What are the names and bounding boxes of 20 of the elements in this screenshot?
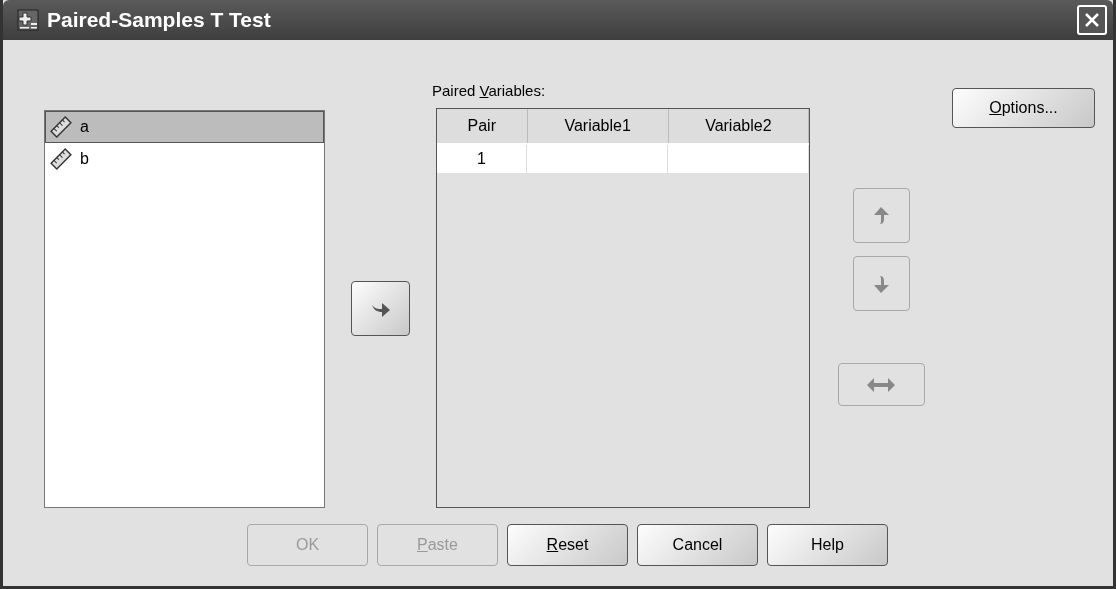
dialog-button[interactable]: Reset — [507, 524, 628, 566]
column-header: Pair — [437, 109, 528, 143]
up-arrow-icon — [871, 204, 891, 227]
options-button[interactable]: Options... — [952, 88, 1095, 128]
variable-item[interactable]: a — [45, 111, 324, 143]
column-header: Variable2 — [668, 109, 809, 143]
window-title: Paired-Samples T Test — [47, 8, 272, 32]
column-header: Variable1 — [527, 109, 669, 143]
paired-variables-label: Paired Variables: — [432, 82, 547, 101]
close-icon — [1083, 11, 1101, 29]
table-cell: 1 — [437, 145, 527, 173]
move-button[interactable] — [351, 281, 410, 336]
dialog-button[interactable]: Cancel — [637, 524, 758, 566]
double-arrow-icon — [866, 376, 896, 393]
dialog-button[interactable]: Help — [767, 524, 888, 566]
paired-variables-table[interactable]: Pair Variable1 Variable2 1 — [436, 108, 810, 508]
variable-list[interactable]: a b — [44, 110, 325, 508]
close-button[interactable] — [1077, 5, 1107, 35]
dialog-icon — [17, 9, 39, 31]
variable-item[interactable]: b — [45, 143, 324, 175]
